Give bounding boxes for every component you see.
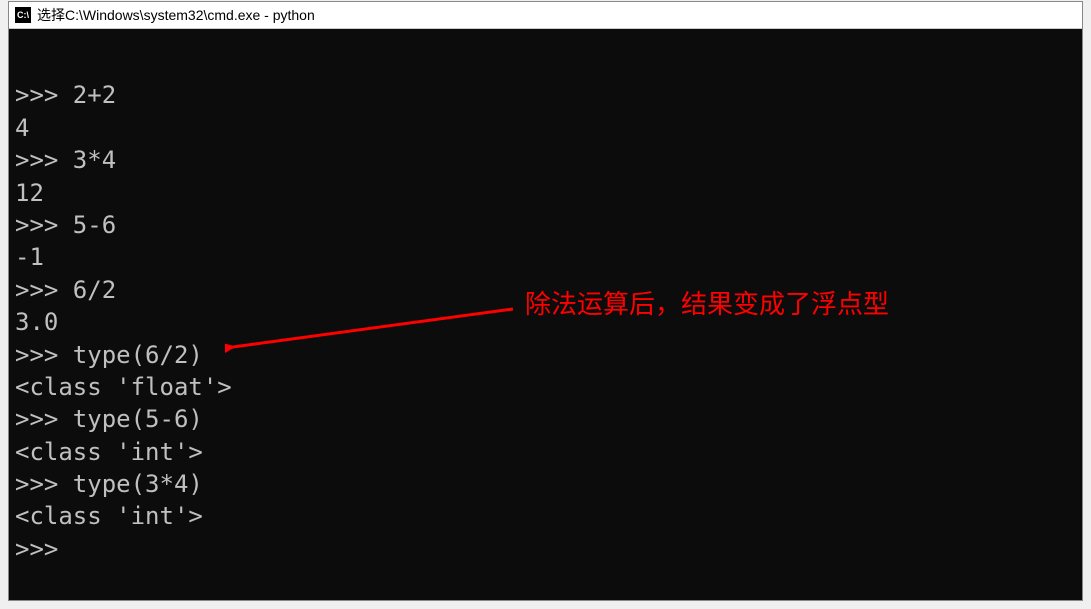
terminal-line: 3.0 xyxy=(15,308,58,336)
terminal-line: >>> 5-6 xyxy=(15,211,116,239)
terminal-line: >>> 3*4 xyxy=(15,146,116,174)
terminal-line: >>> type(5-6) xyxy=(15,405,203,433)
terminal-line: >>> 2+2 xyxy=(15,81,116,109)
terminal-line: <class 'int'> xyxy=(15,502,203,530)
title-bar[interactable]: C:\ 选择C:\Windows\system32\cmd.exe - pyth… xyxy=(9,2,1082,29)
annotation-text: 除法运算后，结果变成了浮点型 xyxy=(525,284,889,321)
terminal-line: -1 xyxy=(15,243,44,271)
terminal-line: >>> xyxy=(15,535,58,563)
terminal-line: 4 xyxy=(15,114,29,142)
terminal-line: <class 'float'> xyxy=(15,373,232,401)
annotation-arrow-icon xyxy=(225,295,525,365)
window-title: 选择C:\Windows\system32\cmd.exe - python xyxy=(37,5,315,25)
terminal-line: >>> type(3*4) xyxy=(15,470,203,498)
terminal-line: >>> 6/2 xyxy=(15,276,116,304)
cmd-icon: C:\ xyxy=(15,7,31,23)
terminal-line: <class 'int'> xyxy=(15,438,203,466)
terminal-line: >>> type(6/2) xyxy=(15,341,203,369)
terminal-line: 12 xyxy=(15,179,44,207)
